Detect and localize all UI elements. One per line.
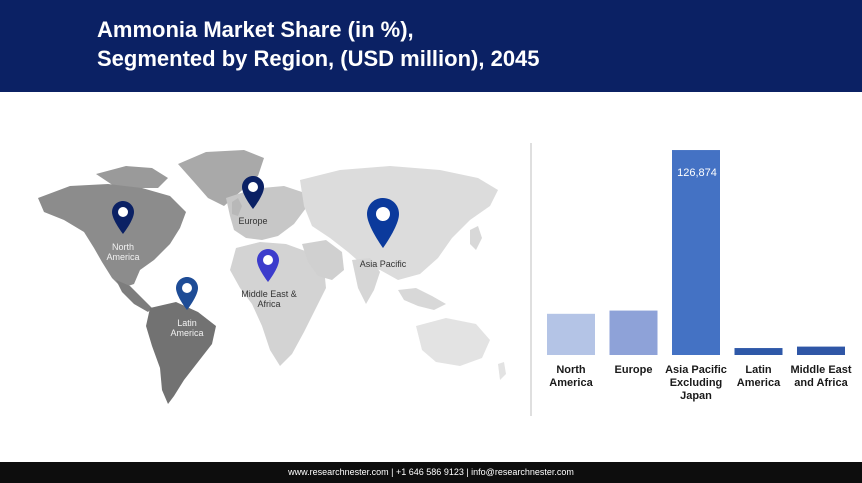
australia-shape: [416, 318, 490, 366]
category-tick-label: America: [549, 377, 593, 389]
bar-3: [734, 348, 783, 355]
category-tick-label: America: [737, 377, 781, 389]
category-tick-label: and Africa: [794, 377, 848, 389]
north-america-shape: [38, 184, 186, 288]
bar-2: [672, 150, 720, 355]
region-label-latin-america: Latin America: [167, 318, 207, 338]
region-label-line: Africa: [257, 299, 281, 309]
region-label-line: Asia Pacific: [359, 259, 407, 269]
southeast-asia-shape: [398, 288, 446, 310]
bar-0: [547, 313, 595, 355]
region-label-line: America: [106, 252, 140, 262]
category-tick-label: Asia Pacific: [665, 364, 727, 376]
footer-bar: www.researchnester.com | +1 646 586 9123…: [0, 462, 862, 483]
bar-4: [797, 346, 845, 355]
region-label-line: North: [111, 242, 134, 252]
header-banner: Ammonia Market Share (in %), Segmented b…: [0, 0, 862, 92]
category-tick-label: North: [556, 364, 586, 376]
world-map: North America Europe Asia Pacific Middle…: [30, 140, 510, 410]
category-tick-label: Japan: [680, 390, 712, 402]
region-label-line: Latin: [177, 318, 197, 328]
chart-title-line-1: Ammonia Market Share (in %),: [97, 17, 414, 42]
bar-data-label: 126,874: [677, 167, 717, 179]
bar-chart-svg: NorthAmericaEurope126,874Asia PacificExc…: [530, 143, 852, 416]
central-america-shape: [116, 280, 152, 312]
region-label-asia-pacific: Asia Pacific: [355, 259, 411, 269]
bar-1: [609, 310, 658, 355]
world-map-graphic: [38, 150, 506, 404]
region-label-north-america: North America: [103, 242, 143, 262]
footer-contact-text: www.researchnester.com | +1 646 586 9123…: [288, 467, 574, 477]
region-label-middle-east-africa: Middle East & Africa: [238, 289, 300, 309]
region-label-line: Europe: [238, 216, 268, 226]
new-zealand-shape: [498, 362, 506, 380]
region-label-line: Middle East &: [241, 289, 297, 299]
bar-chart: North America Europe 126,874 Asia Pacific Exc…: [530, 143, 862, 418]
japan-shape: [470, 226, 482, 250]
category-tick-label: Europe: [615, 364, 653, 376]
category-tick-label: Middle East: [790, 364, 851, 376]
category-tick-label: Excluding: [670, 377, 723, 389]
chart-title-line-2: Segmented by Region, (USD million), 2045: [97, 46, 540, 71]
region-label-europe: Europe: [231, 216, 275, 226]
category-tick-label: Latin: [745, 364, 772, 376]
region-label-line: America: [170, 328, 204, 338]
